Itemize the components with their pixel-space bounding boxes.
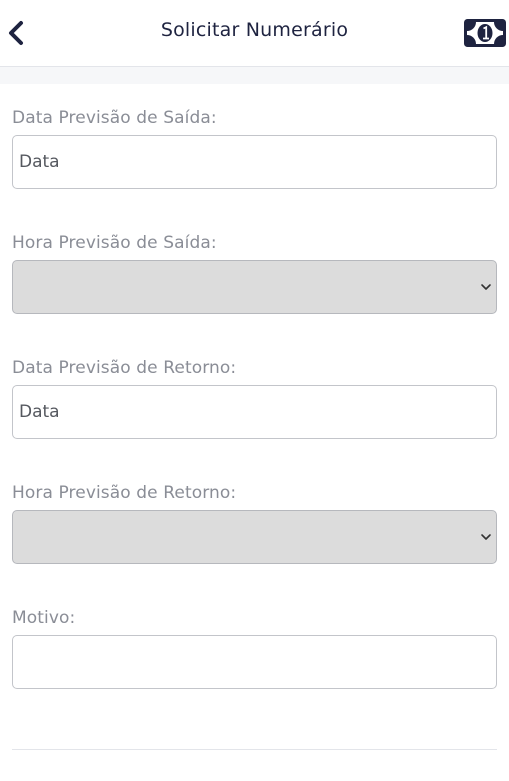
money-button[interactable] bbox=[464, 19, 506, 47]
data-saida-input[interactable] bbox=[12, 135, 497, 189]
hora-saida-label: Hora Previsão de Saída: bbox=[12, 233, 217, 253]
chevron-down-icon bbox=[481, 284, 491, 290]
divider bbox=[12, 749, 497, 750]
data-retorno-input[interactable] bbox=[12, 385, 497, 439]
motivo-input[interactable] bbox=[12, 635, 497, 689]
motivo-label: Motivo: bbox=[12, 608, 76, 628]
chevron-left-icon bbox=[9, 21, 23, 45]
hora-saida-select[interactable] bbox=[12, 260, 497, 314]
hora-retorno-label: Hora Previsão de Retorno: bbox=[12, 483, 237, 503]
hora-retorno-select[interactable] bbox=[12, 510, 497, 564]
header-bar: Solicitar Numerário bbox=[0, 0, 509, 67]
data-retorno-label: Data Previsão de Retorno: bbox=[12, 358, 237, 378]
header-subbar bbox=[0, 67, 509, 84]
chevron-down-icon bbox=[481, 534, 491, 540]
page-title: Solicitar Numerário bbox=[160, 19, 349, 41]
data-saida-label: Data Previsão de Saída: bbox=[12, 108, 217, 128]
back-button[interactable] bbox=[2, 17, 30, 49]
banknote-icon bbox=[464, 19, 506, 47]
